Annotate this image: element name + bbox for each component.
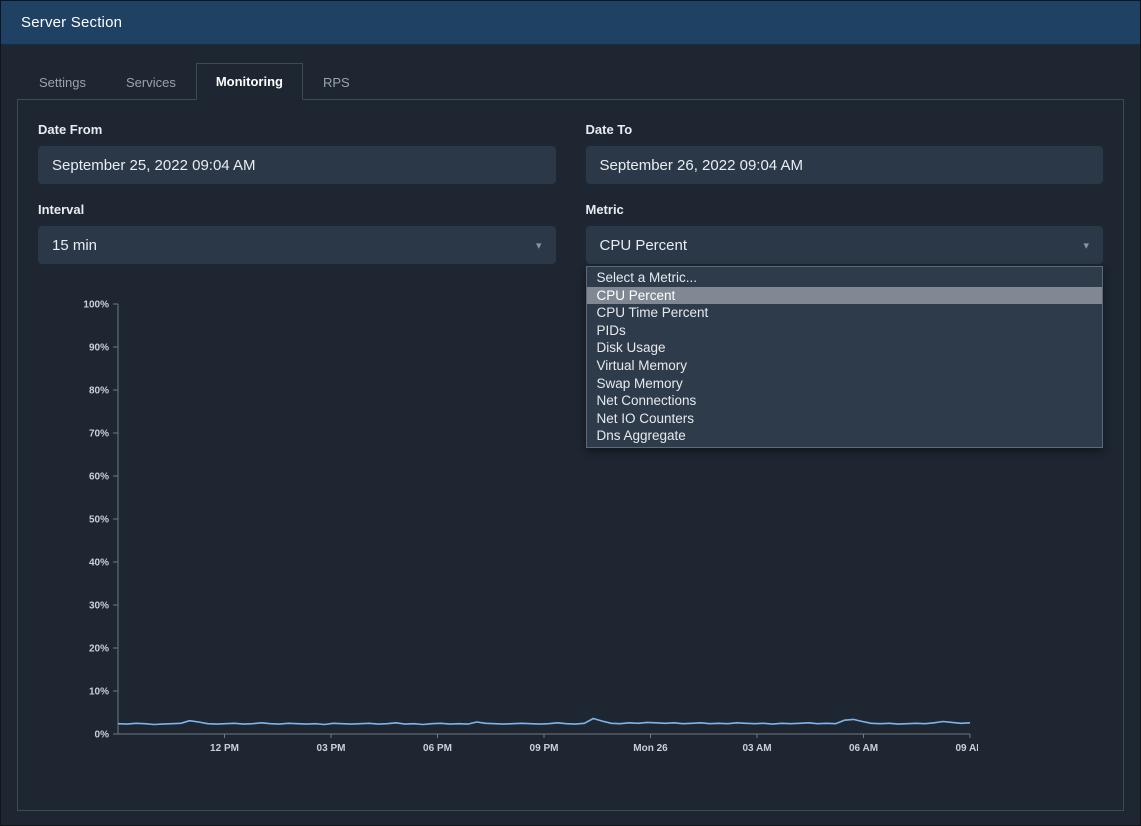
svg-text:40%: 40%: [89, 558, 109, 569]
dropdown-option[interactable]: Net IO Counters: [587, 410, 1103, 428]
metric-field: Metric CPU Percent ▾ Select a Metric...C…: [586, 202, 1104, 264]
svg-text:100%: 100%: [83, 300, 109, 311]
server-section-window: Server Section Settings Services Monitor…: [0, 0, 1141, 826]
svg-text:06 AM: 06 AM: [849, 743, 878, 754]
metric-label: Metric: [586, 202, 1104, 217]
title-bar: Server Section: [1, 1, 1140, 45]
date-row: Date From Date To: [38, 122, 1103, 184]
metric-dropdown-list: Select a Metric...CPU PercentCPU Time Pe…: [586, 266, 1104, 448]
dropdown-option[interactable]: Dns Aggregate: [587, 427, 1103, 445]
svg-text:03 PM: 03 PM: [317, 743, 346, 754]
svg-text:0%: 0%: [95, 730, 110, 741]
interval-selected-value: 15 min: [52, 237, 97, 254]
interval-label: Interval: [38, 202, 556, 217]
date-to-input[interactable]: [586, 146, 1104, 184]
svg-text:10%: 10%: [89, 687, 109, 698]
svg-text:09 PM: 09 PM: [530, 743, 559, 754]
dropdown-option[interactable]: Disk Usage: [587, 339, 1103, 357]
tab-settings[interactable]: Settings: [19, 64, 106, 100]
dropdown-option[interactable]: Net Connections: [587, 392, 1103, 410]
svg-text:Mon 26: Mon 26: [633, 743, 668, 754]
svg-text:80%: 80%: [89, 386, 109, 397]
date-to-label: Date To: [586, 122, 1104, 137]
tab-services[interactable]: Services: [106, 64, 196, 100]
svg-text:20%: 20%: [89, 644, 109, 655]
monitoring-panel: Date From Date To Interval 15 min ▾ Metr…: [17, 99, 1124, 811]
dropdown-option[interactable]: Virtual Memory: [587, 357, 1103, 375]
interval-field: Interval 15 min ▾: [38, 202, 556, 264]
interval-select[interactable]: 15 min ▾: [38, 226, 556, 264]
svg-text:30%: 30%: [89, 601, 109, 612]
svg-text:12 PM: 12 PM: [210, 743, 239, 754]
chevron-down-icon: ▾: [1083, 239, 1089, 252]
dropdown-option[interactable]: CPU Time Percent: [587, 304, 1103, 322]
date-to-field: Date To: [586, 122, 1104, 184]
tab-rps[interactable]: RPS: [303, 64, 370, 100]
svg-text:70%: 70%: [89, 429, 109, 440]
tab-monitoring[interactable]: Monitoring: [196, 63, 303, 100]
options-row: Interval 15 min ▾ Metric CPU Percent ▾ S…: [38, 202, 1103, 264]
date-from-input[interactable]: [38, 146, 556, 184]
dropdown-option[interactable]: Swap Memory: [587, 375, 1103, 393]
svg-text:03 AM: 03 AM: [742, 743, 771, 754]
svg-text:90%: 90%: [89, 343, 109, 354]
dropdown-option[interactable]: CPU Percent: [587, 287, 1103, 305]
date-from-field: Date From: [38, 122, 556, 184]
dropdown-option[interactable]: PIDs: [587, 322, 1103, 340]
metric-select[interactable]: CPU Percent ▾: [586, 226, 1104, 264]
svg-text:06 PM: 06 PM: [423, 743, 452, 754]
svg-text:09 AM: 09 AM: [955, 743, 978, 754]
page-title: Server Section: [21, 14, 122, 31]
dropdown-option[interactable]: Select a Metric...: [587, 269, 1103, 287]
svg-text:60%: 60%: [89, 472, 109, 483]
svg-text:50%: 50%: [89, 515, 109, 526]
date-from-label: Date From: [38, 122, 556, 137]
tab-bar: Settings Services Monitoring RPS: [1, 45, 1140, 99]
metric-selected-value: CPU Percent: [600, 237, 688, 254]
chevron-down-icon: ▾: [536, 239, 542, 252]
